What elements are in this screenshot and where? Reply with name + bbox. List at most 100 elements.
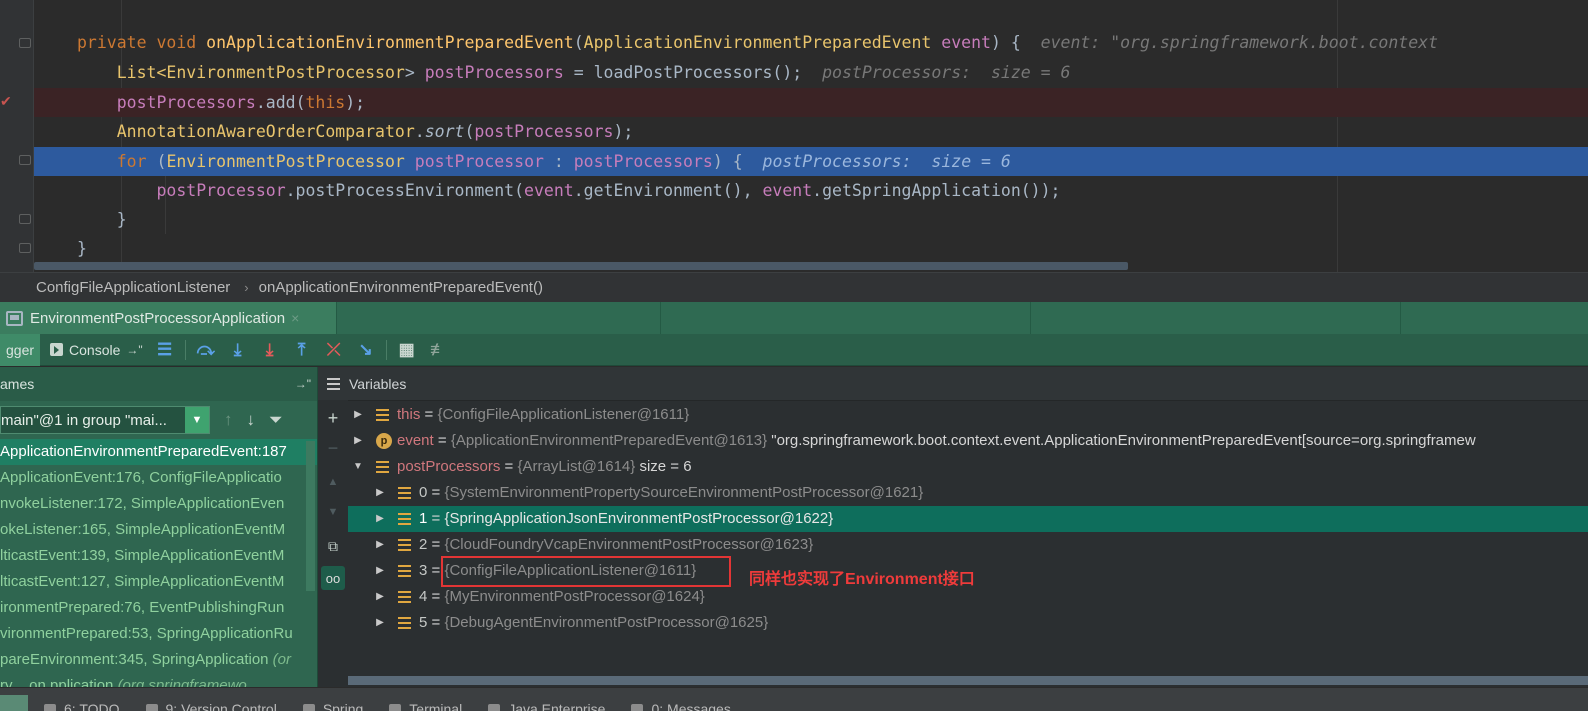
thread-dropdown[interactable]: main"@1 in group "mai... ▼ (0, 406, 210, 434)
force-step-into-icon[interactable]: ⤓ (254, 334, 286, 366)
stack-frame[interactable]: ironmentPrepared:76, EventPublishingRun (0, 595, 317, 621)
step-out-icon[interactable]: ⤒ (286, 334, 318, 366)
editor-gutter[interactable]: ✔ (0, 0, 34, 272)
tool-window-label: Java Enterprise (508, 701, 606, 711)
expand-icon[interactable]: ▶ (374, 584, 386, 610)
variable-row[interactable]: ▼ postProcessors = {ArrayList@1614} size … (348, 454, 1588, 480)
frames-panel: ames →" main"@1 in group "mai... ▼ ↑ ↓ ⏷… (0, 367, 318, 687)
evaluate-expression-icon[interactable]: ▦ (391, 334, 423, 366)
code-area[interactable]: private void onApplicationEnvironmentPre… (34, 0, 1588, 262)
close-icon[interactable]: × (291, 310, 299, 326)
tab-debugger[interactable]: gger (0, 333, 41, 366)
variables-panel: Variables ▶ this = {ConfigFileApplication… (318, 367, 1588, 687)
variable-child-row[interactable]: ▶ 2 = {CloudFoundryVcapEnvironmentPostPro… (348, 532, 1588, 558)
step-over-icon[interactable]: ⤼ (190, 334, 222, 366)
fold-marker[interactable] (19, 243, 31, 253)
annotation-text: 同样也实现了Environment接口 (749, 571, 975, 588)
variable-child-row[interactable]: ▶ 0 = {SystemEnvironmentPropertySourceEnv… (348, 480, 1588, 506)
tool-window-active-indicator[interactable] (0, 695, 28, 711)
tool-window-tab[interactable]: 0: Messages (631, 701, 731, 711)
variables-horizontal-scrollbar[interactable] (348, 676, 1588, 685)
stack-frame[interactable]: vironmentPrepared:53, SpringApplicationR… (0, 621, 317, 647)
field-icon (376, 461, 389, 473)
show-watches-icon[interactable]: oo (321, 566, 345, 590)
tab-console[interactable]: Console →" (40, 334, 149, 366)
expand-icon[interactable]: ▶ (352, 402, 364, 428)
code-line-execution-point: for (EnvironmentPostProcessor postProces… (34, 147, 1588, 176)
expand-icon[interactable]: ▶ (374, 506, 386, 532)
inline-debug-hint: postProcessors: size = 6 (822, 63, 1071, 82)
expand-icon[interactable]: ▶ (374, 610, 386, 636)
expand-icon[interactable]: ▶ (352, 428, 364, 454)
tab-debug-session[interactable]: EnvironmentPostProcessorApplication × (0, 302, 337, 334)
variable-child-row[interactable]: ▶ 5 = {DebugAgentEnvironmentPostProcessor… (348, 610, 1588, 636)
trace-current-stream-icon[interactable]: ≢ (423, 334, 455, 366)
variable-child-row[interactable]: ▶ 1 = {SpringApplicationJsonEnvironmentPo… (348, 506, 1588, 532)
toolbar-divider (184, 339, 186, 360)
breadcrumb-class[interactable]: ConfigFileApplicationListener (36, 279, 230, 296)
toolbar-divider (385, 339, 387, 360)
filter-icon[interactable]: ⏷ (269, 410, 283, 430)
arrow-down-icon[interactable]: ↓ (247, 410, 256, 430)
chevron-down-icon[interactable]: ▼ (185, 407, 209, 433)
pin-icon[interactable]: →" (295, 377, 311, 391)
stack-frame-label: vironmentPrepared:53, SpringApplicationR… (0, 625, 293, 642)
stack-frame[interactable]: ApplicationEvent:176, ConfigFileApplicat… (0, 465, 317, 491)
stack-frame[interactable]: ApplicationEnvironmentPreparedEvent:187 (0, 439, 317, 465)
run-to-cursor-icon[interactable]: ↘ (350, 334, 382, 366)
expand-icon[interactable]: ▶ (374, 558, 386, 584)
fold-marker[interactable] (19, 38, 31, 48)
variables-tree: ▶ this = {ConfigFileApplicationListener@1… (348, 402, 1588, 636)
tool-window-tab[interactable]: 9: Version Control (145, 701, 277, 711)
frames-scrollbar[interactable] (306, 441, 315, 591)
tool-window-label: 6: TODO (64, 701, 120, 711)
stack-frame-label: lticastEvent:127, SimpleApplicationEvent… (0, 573, 285, 590)
variable-row[interactable]: ▶ p event = {ApplicationEnvironmentPrepare… (348, 428, 1588, 454)
collapse-icon[interactable]: ▼ (352, 454, 364, 480)
tool-window-tab[interactable]: 6: TODO (44, 701, 120, 711)
expand-icon[interactable]: ▶ (374, 532, 386, 558)
fold-marker[interactable] (19, 155, 31, 165)
breadcrumb-separator: › (244, 280, 249, 295)
variable-eq: = (427, 588, 445, 605)
tool-window-label: Terminal (409, 701, 463, 711)
inline-debug-hint: postProcessors: size = 6 (762, 152, 1011, 171)
copy-icon[interactable]: ⧉ (321, 534, 345, 558)
stack-frame[interactable]: nvokeListener:172, SimpleApplicationEven (0, 491, 317, 517)
editor-horizontal-scrollbar[interactable] (34, 262, 1128, 270)
variable-name: postProcessors (397, 458, 501, 475)
stack-frame[interactable]: okeListener:165, SimpleApplicationEventM (0, 517, 317, 543)
fold-marker[interactable] (19, 214, 31, 224)
tool-window-tab[interactable]: Terminal (389, 701, 462, 711)
inline-debug-hint: event: "org.springframework.boot.context (1040, 33, 1439, 52)
code-editor[interactable]: ✔ private void onApplicationEnvironmentP… (0, 0, 1588, 272)
variable-name: event (397, 432, 434, 449)
drop-frame-icon[interactable]: ⤫ (318, 334, 350, 366)
variable-eq: = (500, 458, 518, 475)
breakpoint-icon[interactable]: ✔ (0, 94, 12, 108)
step-into-icon[interactable]: ⤓ (222, 334, 254, 366)
variable-row[interactable]: ▶ this = {ConfigFileApplicationListener@1… (348, 402, 1588, 428)
variable-eq: = (433, 432, 451, 449)
tab-console-label: Console (69, 341, 121, 358)
pin-icon[interactable]: →" (126, 343, 142, 357)
move-down-icon[interactable]: ▼ (321, 500, 345, 524)
code-line: AnnotationAwareOrderComparator.sort(post… (116, 122, 634, 141)
tool-window-tab[interactable]: Spring (302, 701, 363, 711)
remove-watch-icon[interactable]: − (321, 436, 345, 460)
stack-frame[interactable]: lticastEvent:127, SimpleApplicationEvent… (0, 569, 317, 595)
breadcrumb-method[interactable]: onApplicationEnvironmentPreparedEvent() (259, 279, 543, 296)
stack-frame[interactable]: ry ...on pplication (org.springframewo (0, 673, 317, 687)
variable-name: this (397, 406, 421, 423)
expand-icon[interactable]: ▶ (374, 480, 386, 506)
stack-frame[interactable]: pareEnvironment:345, SpringApplication (… (0, 647, 317, 673)
stack-frame[interactable]: lticastEvent:139, SimpleApplicationEvent… (0, 543, 317, 569)
add-watch-icon[interactable]: + (321, 406, 345, 430)
show-execution-point-icon[interactable]: ☰ (149, 334, 181, 366)
move-up-icon[interactable]: ▲ (321, 470, 345, 494)
field-icon (398, 539, 411, 551)
tool-window-tab[interactable]: Java Enterprise (488, 701, 605, 711)
tool-window-icon (145, 703, 158, 711)
arrow-up-icon[interactable]: ↑ (224, 410, 233, 430)
tab-label: EnvironmentPostProcessorApplication (30, 309, 286, 327)
